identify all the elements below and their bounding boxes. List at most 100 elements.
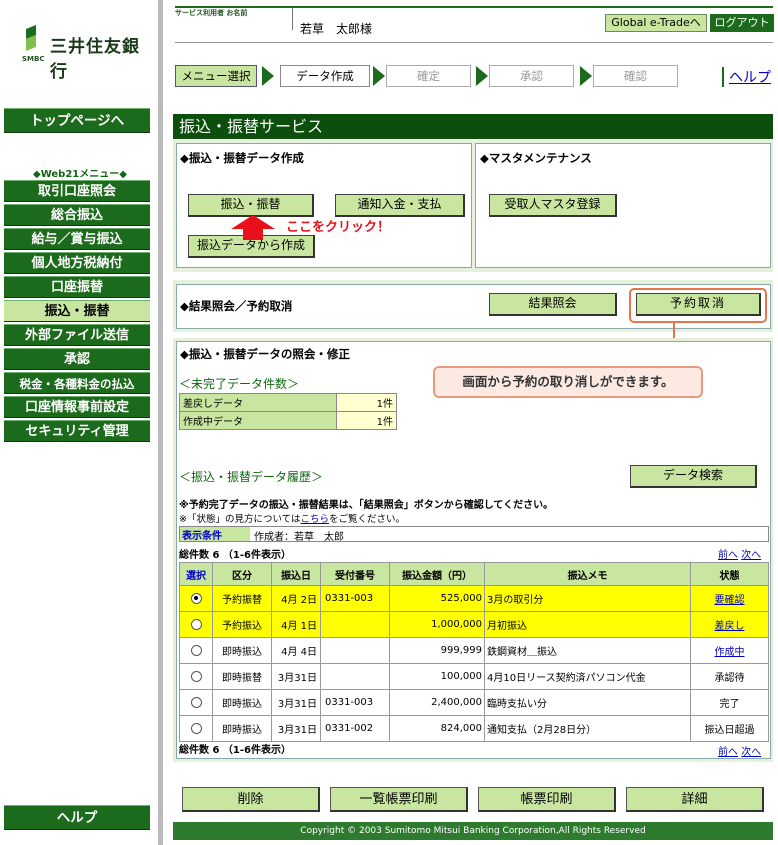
col-select: 選択 [179, 562, 213, 586]
bank-name: 三井住友銀行 [50, 37, 140, 82]
sidebar-item-transfer[interactable]: 振込・振替 [4, 300, 150, 322]
smbc-logo-icon [26, 25, 36, 51]
total-count-bottom: 総件数 6 （1-6件表示） [179, 745, 291, 756]
radio-icon[interactable] [190, 644, 202, 656]
step-data-create: データ作成 [280, 65, 370, 87]
col-receipt-no: 受付番号 [320, 562, 390, 586]
next-link[interactable]: 次へ [741, 747, 761, 758]
row-select[interactable] [179, 715, 213, 742]
master-panel: ◆マスタメンテナンス 受取人マスタ登録 [475, 143, 771, 268]
sidebar: 三井住友銀行 SMBC トップページへ ◆Web21メニュー◆ 取引口座照会 総… [0, 0, 150, 845]
result-inquiry-button[interactable]: 結果照会 [489, 293, 617, 316]
table-row[interactable]: 即時振込 4月 4日 999,999 鉄鋼資材＿振込 作成中 [179, 637, 769, 664]
transfer-button[interactable]: 振込・振替 [188, 194, 314, 217]
row-amount: 1,000,000 [389, 611, 485, 638]
row-amount: 525,000 [389, 585, 485, 612]
sidebar-item-tax-payment[interactable]: 税金・各種料金の払込 [4, 372, 150, 394]
result-title: ◆結果照会／予約取消 [180, 299, 293, 313]
sidebar-item-bulk-transfer[interactable]: 総合振込 [4, 204, 150, 226]
list-print-button[interactable]: 一覧帳票印刷 [330, 787, 468, 812]
click-here-label: ここをクリック！ [286, 220, 391, 235]
status-link[interactable]: 作成中 [715, 647, 745, 658]
row-receipt-no: 0331-003 [320, 689, 390, 716]
condition-value: 作成者：若草 太郎 [254, 532, 344, 543]
row-memo: 4月10日リース契約済パソコン代金 [484, 663, 691, 690]
sidebar-item-account-inquiry[interactable]: 取引口座照会 [4, 180, 150, 202]
help-link[interactable]: ヘルプ [722, 67, 771, 87]
print-button[interactable]: 帳票印刷 [478, 787, 616, 812]
sidebar-item-salary-transfer[interactable]: 給与／賞与振込 [4, 228, 150, 250]
row-amount: 824,000 [389, 715, 485, 742]
radio-icon[interactable] [190, 722, 202, 734]
row-receipt-no [320, 637, 390, 664]
detail-button[interactable]: 詳細 [626, 787, 764, 812]
table-row[interactable]: 即時振替 3月31日 100,000 4月10日リース契約済パソコン代金 承認待 [179, 663, 769, 690]
history-title: ◆振込・振替データの照会・修正 [180, 347, 350, 361]
radio-icon[interactable] [190, 618, 202, 630]
transfer-history-table: 選択 区分 振込日 受付番号 振込金額（円） 振込メモ 状態 予約振替 4月 2… [179, 562, 769, 742]
note-status-pre: ※「状態」の見方については [179, 514, 301, 525]
step-confirm: 確定 [386, 65, 471, 87]
top-page-button[interactable]: トップページへ [4, 108, 150, 133]
row-select[interactable] [179, 611, 213, 638]
copyright: Copyright © 2003 Sumitomo Mitsui Banking… [173, 822, 773, 840]
table-row[interactable]: 予約振込 4月 1日 1,000,000 月初振込 差戻し [179, 611, 769, 638]
table-row[interactable]: 即時振込 3月31日 0331-003 2,400,000 臨時支払い分 完了 [179, 689, 769, 716]
status-link[interactable]: 差戻し [715, 621, 745, 632]
data-search-button[interactable]: データ検索 [630, 465, 757, 488]
row-date: 3月31日 [271, 689, 321, 716]
row-date: 4月 1日 [271, 611, 321, 638]
incomplete-title: ＜未完了データ件数＞ [179, 377, 300, 391]
prev-link[interactable]: 前へ [718, 747, 738, 758]
radio-icon[interactable] [190, 670, 202, 682]
logout-button[interactable]: ログアウト [710, 14, 774, 32]
sidebar-help-button[interactable]: ヘルプ [4, 805, 150, 830]
pager-top: 前へ 次へ [718, 546, 761, 561]
radio-icon[interactable] [190, 592, 202, 604]
row-select[interactable] [179, 663, 213, 690]
sidebar-divider [158, 0, 163, 845]
sidebar-item-approval[interactable]: 承認 [4, 348, 150, 370]
result-panel: ◆結果照会／予約取消 結果照会 予約取消 [176, 284, 771, 329]
payee-master-button[interactable]: 受取人マスタ登録 [489, 194, 617, 217]
user-label: サービス利用者 お名前 [175, 9, 248, 17]
row-status: 作成中 [690, 637, 769, 664]
display-condition: 表示条件 作成者：若草 太郎 [179, 526, 769, 543]
table-row[interactable]: 即時振込 3月31日 0331-002 824,000 通知支払（2月28日分）… [179, 715, 769, 742]
row-select[interactable] [179, 689, 213, 716]
step-arrow-icon [476, 66, 488, 86]
row-memo: 月初振込 [484, 611, 691, 638]
radio-icon[interactable] [190, 696, 202, 708]
incomplete-count: 1件 [336, 411, 397, 430]
menu-heading: ◆Web21メニュー◆ [33, 169, 127, 180]
smbc-label: SMBC [22, 55, 45, 63]
incomplete-label: 差戻しデータ [179, 393, 337, 412]
sidebar-item-local-tax[interactable]: 個人地方税納付 [4, 252, 150, 274]
col-memo: 振込メモ [484, 562, 691, 586]
row-select[interactable] [179, 585, 213, 612]
row-status: 振込日超過 [690, 715, 769, 742]
row-memo: 臨時支払い分 [484, 689, 691, 716]
global-etrade-button[interactable]: Global e-Tradeへ [605, 14, 707, 32]
reservation-cancel-button[interactable]: 予約取消 [636, 293, 761, 316]
sidebar-item-account-setting[interactable]: 口座情報事前設定 [4, 396, 150, 418]
sidebar-item-security[interactable]: セキュリティ管理 [4, 420, 150, 442]
up-arrow-icon [231, 215, 275, 240]
row-amount: 100,000 [389, 663, 485, 690]
step-arrow-icon [373, 66, 385, 86]
sidebar-item-account-debit[interactable]: 口座振替 [4, 276, 150, 298]
delete-button[interactable]: 削除 [182, 787, 320, 812]
header-line [175, 6, 773, 8]
row-memo: 鉄鋼資材＿振込 [484, 637, 691, 664]
header-divider [292, 8, 293, 30]
sidebar-item-external-file[interactable]: 外部ファイル送信 [4, 324, 150, 346]
status-help-link[interactable]: こちら [301, 514, 330, 525]
prev-link[interactable]: 前へ [718, 550, 738, 561]
incomplete-table: 差戻しデータ 1件 作成中データ 1件 [179, 393, 397, 430]
next-link[interactable]: 次へ [741, 550, 761, 561]
status-link[interactable]: 要確認 [715, 595, 745, 606]
notice-payment-button[interactable]: 通知入金・支払 [335, 194, 465, 217]
row-select[interactable] [179, 637, 213, 664]
table-row[interactable]: 予約振替 4月 2日 0331-003 525,000 3月の取引分 要確認 [179, 585, 769, 612]
create-panel: ◆振込・振替データ作成 振込・振替 通知入金・支払 振込データから作成 [176, 143, 472, 268]
